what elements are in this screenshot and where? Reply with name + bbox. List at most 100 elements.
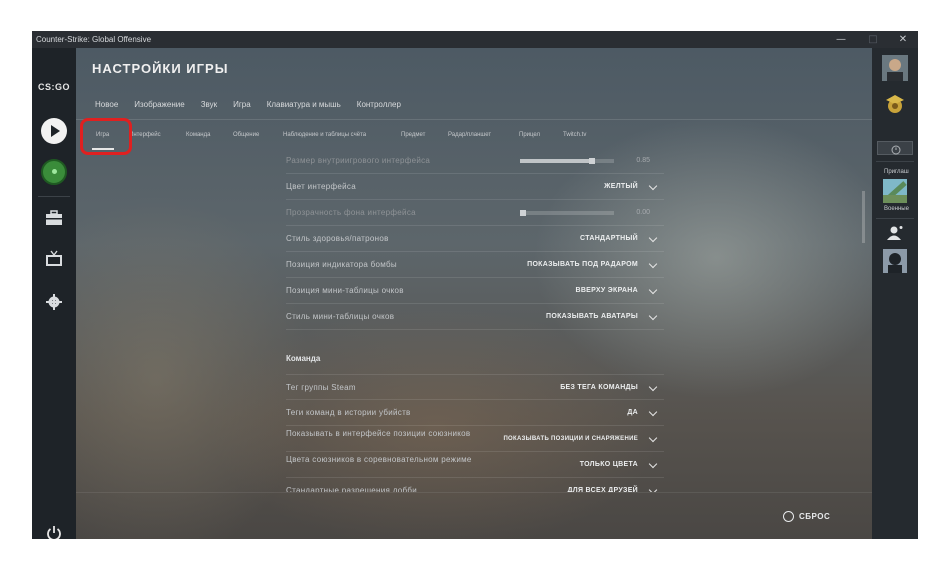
briefcase-icon[interactable] [43,208,65,228]
subtab-spectator[interactable]: Наблюдение и таблицы счёта [283,132,366,138]
hud-alpha-slider[interactable] [520,210,614,216]
setting-label: Стиль здоровья/патронов [286,234,389,243]
tab-keyboard-mouse[interactable]: Клавиатура и мышь [267,100,341,109]
setting-value: ПОКАЗЫВАТЬ ПОЗИЦИИ И СНАРЯЖЕНИЕ [503,436,638,442]
title-bar: Counter-Strike: Global Offensive [32,31,918,48]
settings-scrollbar[interactable] [862,191,865,243]
setting-value: ДА [627,409,638,416]
close-button[interactable]: ✕ [890,31,916,48]
setting-value: ВВЕРХУ ЭКРАНА [575,287,638,294]
setting-value: ПОКАЗЫВАТЬ ПОД РАДАРОМ [527,261,638,268]
subtab-radar[interactable]: Радар/планшет [448,132,491,138]
subtab-hud[interactable]: Интерфейс [129,132,161,138]
subtab-item[interactable]: Предмет [401,132,425,138]
military-label: Военные [884,206,909,212]
rightbar-divider [876,218,914,219]
slider-knob[interactable] [520,210,526,216]
invite-label: Приглаш [884,169,909,175]
app-window: Counter-Strike: Global Offensive — □ ✕ C… [32,31,918,539]
setting-label: Тег группы Steam [286,383,356,392]
slider-value: 0.85 [636,157,650,164]
tab-controller[interactable]: Контроллер [357,100,401,109]
tv-icon[interactable] [43,249,65,269]
setting-label: Теги команд в истории убийств [286,408,411,417]
reset-label: СБРОС [799,512,831,521]
setting-value: СТАНДАРТНЫЙ [580,235,638,242]
reset-button[interactable]: СБРОС [783,511,830,522]
tab-audio[interactable]: Звук [201,100,217,109]
setting-label: Цвета союзников в соревновательном режим… [286,455,472,464]
setting-label: Цвет интерфейса [286,182,356,191]
add-friend-icon[interactable] [886,225,904,241]
subtab-communication[interactable]: Общение [233,132,259,138]
setting-hud-bg-alpha[interactable]: Прозрачность фона интерфейса 0.00 [286,200,664,226]
reset-icon [783,511,794,522]
settings-list: Размер внутриигрового интерфейса 0.85 Цв… [286,151,664,492]
setting-hud-size[interactable]: Размер внутриигрового интерфейса 0.85 [286,151,664,174]
rank-badge-icon[interactable] [882,92,908,118]
annotation-highlight [80,118,132,155]
service-medal-slot[interactable] [877,141,913,155]
slider-knob[interactable] [589,158,595,164]
chevron-down-icon [648,311,658,321]
minimize-button[interactable]: — [828,31,854,48]
slider-value: 0.00 [636,209,650,216]
setting-label: Позиция индикатора бомбы [286,260,397,269]
chevron-down-icon [648,459,658,469]
setting-health-style[interactable]: Стиль здоровья/патронов СТАНДАРТНЫЙ [286,226,664,252]
setting-value: ЖЕЛТЫЙ [604,183,638,190]
subtab-crosshair[interactable]: Прицел [519,132,540,138]
setting-value: БЕЗ ТЕГА КОМАНДЫ [560,384,638,391]
play-icon [51,125,60,137]
setting-mini-scoreboard-style[interactable]: Стиль мини-таблицы очков ПОКАЗЫВАТЬ АВАТ… [286,304,664,330]
radar-button[interactable] [41,159,67,185]
rightbar-divider [876,161,914,162]
chevron-down-icon [648,285,658,295]
setting-value: ТОЛЬКО ЦВЕТА [579,461,638,468]
setting-label: Показывать в интерфейсе позиции союзнико… [286,429,471,438]
footer-divider [76,492,872,493]
tab-game[interactable]: Игра [233,100,251,109]
setting-bomb-position[interactable]: Позиция индикатора бомбы ПОКАЗЫВАТЬ ПОД … [286,252,664,278]
window-title: Counter-Strike: Global Offensive [36,35,152,44]
left-sidebar: CS:GO [32,48,76,539]
chevron-down-icon [648,233,658,243]
setting-kill-feed-tags[interactable]: Теги команд в истории убийств ДА [286,400,664,426]
chevron-down-icon [648,433,658,443]
gear-icon[interactable] [43,292,65,312]
setting-label: Стиль мини-таблицы очков [286,312,395,321]
setting-steam-tag[interactable]: Тег группы Steam БЕЗ ТЕГА КОМАНДЫ [286,374,664,400]
play-button[interactable] [41,118,67,144]
setting-label: Прозрачность фона интерфейса [286,208,416,217]
clock-icon [891,145,901,155]
main-tabs: Новое Изображение Звук Игра Клавиатура и… [95,100,417,109]
chevron-down-icon [648,382,658,392]
hud-size-slider[interactable] [520,158,614,164]
setting-ally-colors[interactable]: Цвета союзников в соревновательном режим… [286,452,664,478]
setting-label: Стандартные разрешения лобби [286,486,418,492]
setting-label: Размер внутриигрового интерфейса [286,156,431,165]
setting-ally-positions[interactable]: Показывать в интерфейсе позиции союзнико… [286,426,664,452]
power-icon[interactable] [45,524,63,539]
friends-sidebar: Приглаш Военные [872,48,918,539]
setting-value: ПОКАЗЫВАТЬ АВАТАРЫ [546,313,638,320]
tab-new[interactable]: Новое [95,100,118,109]
section-heading-team: Команда [286,354,321,363]
csgo-logo: CS:GO [37,82,70,92]
sidebar-divider [38,196,70,197]
radar-icon [52,169,57,174]
setting-lobby-permissions[interactable]: Стандартные разрешения лобби ДЛЯ ВСЕХ ДР… [286,478,664,492]
setting-mini-scoreboard-position[interactable]: Позиция мини-таблицы очков ВВЕРХУ ЭКРАНА [286,278,664,304]
page-title: НАСТРОЙКИ ИГРЫ [92,61,229,76]
military-group-avatar[interactable] [883,179,907,203]
setting-value: ДЛЯ ВСЕХ ДРУЗЕЙ [567,487,638,492]
friend-avatar[interactable] [883,249,907,273]
subtab-twitch[interactable]: Twitch.tv [563,132,586,138]
setting-hud-color[interactable]: Цвет интерфейса ЖЕЛТЫЙ [286,174,664,200]
chevron-down-icon [648,259,658,269]
tab-video[interactable]: Изображение [134,100,184,109]
chevron-down-icon [648,181,658,191]
subtab-team[interactable]: Команда [186,132,210,138]
player-avatar[interactable] [882,55,908,81]
maximize-button[interactable]: □ [860,31,886,48]
